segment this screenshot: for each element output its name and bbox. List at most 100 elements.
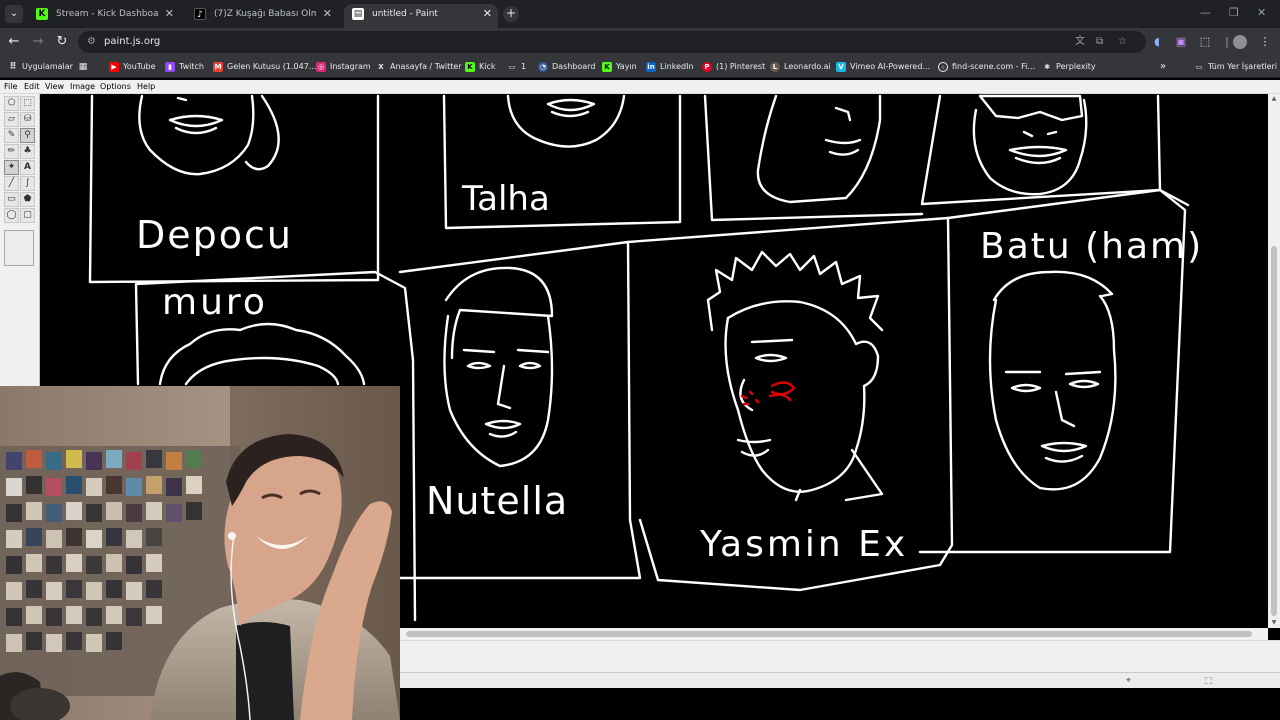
forward-icon[interactable]: → <box>30 34 46 50</box>
magnifier-icon[interactable]: ⚲ <box>20 128 35 143</box>
bookmark-vimeo[interactable]: V Vimeo AI-Powered... <box>836 60 930 74</box>
face4-glasses <box>978 94 1084 122</box>
bookmark-yayin[interactable]: K Yayın <box>602 60 637 74</box>
muro-face <box>184 356 340 386</box>
face3-nose <box>834 106 852 122</box>
polygon-icon[interactable]: ⬟ <box>20 192 35 207</box>
scene-icon: ◦ <box>938 62 948 72</box>
bookmark-star-icon[interactable]: ☆ <box>1118 35 1127 49</box>
webcam-overlay <box>0 386 400 720</box>
bookmark-grid[interactable]: ▦ <box>78 60 92 74</box>
bookmark-kick[interactable]: K Kick <box>465 60 496 74</box>
menu-kebab-icon[interactable]: ⋮ <box>1257 34 1273 50</box>
tool-options-panel[interactable] <box>4 230 34 266</box>
new-tab-button[interactable]: + <box>503 6 519 22</box>
rectangle-icon[interactable]: ▭ <box>4 192 19 207</box>
address-bar[interactable]: ⚙ paint.js.org 文 ⧉ ☆ <box>78 31 1146 53</box>
tiktok-icon: ♪ <box>194 8 206 20</box>
translate-icon[interactable]: 文 <box>1075 35 1085 49</box>
bookmark-gmail[interactable]: M Gelen Kutusu (1.047... <box>213 60 316 74</box>
gmail-icon: M <box>213 62 223 72</box>
label-depocu: Depocu <box>136 213 293 257</box>
fill-icon[interactable]: ⛁ <box>20 112 35 127</box>
tab-title: untitled - Paint <box>372 9 438 19</box>
brush-icon[interactable]: ♣ <box>20 144 35 159</box>
vertical-scrollbar[interactable]: ▲ ▼ <box>1268 94 1280 628</box>
site-info-icon[interactable]: ⚙ <box>87 35 101 49</box>
depocu-mouth <box>168 114 224 135</box>
profile-avatar[interactable] <box>1233 35 1247 49</box>
tab-kick-dashboard[interactable]: K Stream - Kick Dashboard ✕ <box>28 4 180 28</box>
folder-icon: ▭ <box>1195 63 1203 71</box>
apps-icon: ⠿ <box>9 62 17 72</box>
menu-options[interactable]: Options <box>100 81 131 93</box>
yasmin-mouth <box>736 438 772 457</box>
bookmark-apps[interactable]: ⠿ Uygulamalar <box>8 60 73 74</box>
tab-search-icon[interactable]: ⌄ <box>5 5 23 23</box>
scrollbar-thumb[interactable] <box>406 631 1252 637</box>
youtube-icon: ▶ <box>109 62 119 72</box>
select-icon[interactable]: ⬚ <box>20 96 35 111</box>
free-select-icon[interactable]: ⬠ <box>4 96 19 111</box>
maximize-icon[interactable]: ❐ <box>1229 6 1239 19</box>
bookmark-dashboard[interactable]: ◔ Dashboard <box>538 60 595 74</box>
extension-icon[interactable]: ▣ <box>1173 34 1189 50</box>
bookmark-find-scene[interactable]: ◦ find-scene.com - Fi... <box>938 60 1035 74</box>
extensions-puzzle-icon[interactable]: ⬚ <box>1197 34 1213 50</box>
bookmark-leonardo[interactable]: L Leonardo.ai <box>770 60 831 74</box>
bookmark-folder-1[interactable]: ▭ 1 <box>507 60 526 74</box>
frame-nutella <box>398 240 642 580</box>
paint-toolbox: ⬠ ⬚ ▱ ⛁ ✎ ⚲ ✏ ♣ ✦ A ╱ ∫ ▭ ⬟ ◯ ▢ <box>0 94 40 386</box>
menu-image[interactable]: Image <box>70 81 95 93</box>
all-bookmarks-folder[interactable]: ▭ Tüm Yer İşaretleri <box>1194 60 1277 74</box>
scroll-down-icon[interactable]: ▼ <box>1268 618 1280 628</box>
close-icon[interactable]: ✕ <box>165 4 174 24</box>
scrollbar-thumb[interactable] <box>1271 246 1277 616</box>
browser-toolbar: ← → ↻ ⚙ paint.js.org 文 ⧉ ☆ ◖ ▣ ⬚ | ⋮ <box>0 28 1280 56</box>
vimeo-icon: V <box>836 62 846 72</box>
earphone <box>228 532 236 540</box>
curve-icon[interactable]: ∫ <box>20 176 35 191</box>
rounded-rectangle-icon[interactable]: ▢ <box>20 208 35 223</box>
extension-icon[interactable]: ◖ <box>1149 34 1165 50</box>
talha-face <box>506 94 626 148</box>
line-icon[interactable]: ╱ <box>4 176 19 191</box>
nutella-nose <box>496 364 512 410</box>
more-bookmarks-button[interactable]: » <box>1160 60 1166 74</box>
menu-edit[interactable]: Edit <box>24 81 40 93</box>
airbrush-icon[interactable]: ✦ <box>4 160 19 175</box>
eraser-icon[interactable]: ▱ <box>4 112 19 127</box>
bookmark-youtube[interactable]: ▶ YouTube <box>109 60 156 74</box>
bookmark-linkedin[interactable]: in LinkedIn <box>646 60 694 74</box>
tab-tiktok[interactable]: ♪ (7)Z Kuşağı Babası Olmak: Kom ✕ <box>186 4 338 28</box>
bookmark-pinterest[interactable]: P (1) Pinterest <box>702 60 765 74</box>
label-nutella: Nutella <box>426 479 568 523</box>
horizontal-scrollbar[interactable] <box>400 628 1268 640</box>
install-icon[interactable]: ⧉ <box>1096 35 1103 49</box>
back-icon[interactable]: ← <box>6 34 22 50</box>
menu-view[interactable]: View <box>45 81 64 93</box>
bookmark-twitter[interactable]: X Anasayfa / Twitter <box>376 60 461 74</box>
close-icon[interactable]: ✕ <box>483 4 492 24</box>
folder-icon: ▭ <box>508 63 516 71</box>
perplexity-icon: ✱ <box>1044 63 1050 71</box>
reload-icon[interactable]: ↻ <box>54 34 70 50</box>
scroll-up-icon[interactable]: ▲ <box>1268 94 1280 104</box>
minimize-icon[interactable]: — <box>1200 6 1211 19</box>
pick-color-icon[interactable]: ✎ <box>4 128 19 143</box>
menu-file[interactable]: File <box>4 81 17 93</box>
face4-mouth <box>1008 145 1068 165</box>
pencil-icon[interactable]: ✏ <box>4 144 19 159</box>
menu-help[interactable]: Help <box>137 81 155 93</box>
yasmin-hair <box>706 250 884 332</box>
bookmark-perplexity[interactable]: ✱ Perplexity <box>1042 60 1096 74</box>
text-icon[interactable]: A <box>20 160 35 175</box>
face3-outline <box>756 94 882 204</box>
close-icon[interactable]: ✕ <box>323 4 332 24</box>
kick-icon: K <box>36 8 48 20</box>
ellipse-icon[interactable]: ◯ <box>4 208 19 223</box>
bookmark-instagram[interactable]: ◎ Instagram <box>316 60 371 74</box>
bookmark-twitch[interactable]: ▮ Twitch <box>165 60 204 74</box>
close-window-icon[interactable]: ✕ <box>1257 6 1266 19</box>
tab-paint[interactable]: ▤ untitled - Paint ✕ <box>344 4 498 28</box>
